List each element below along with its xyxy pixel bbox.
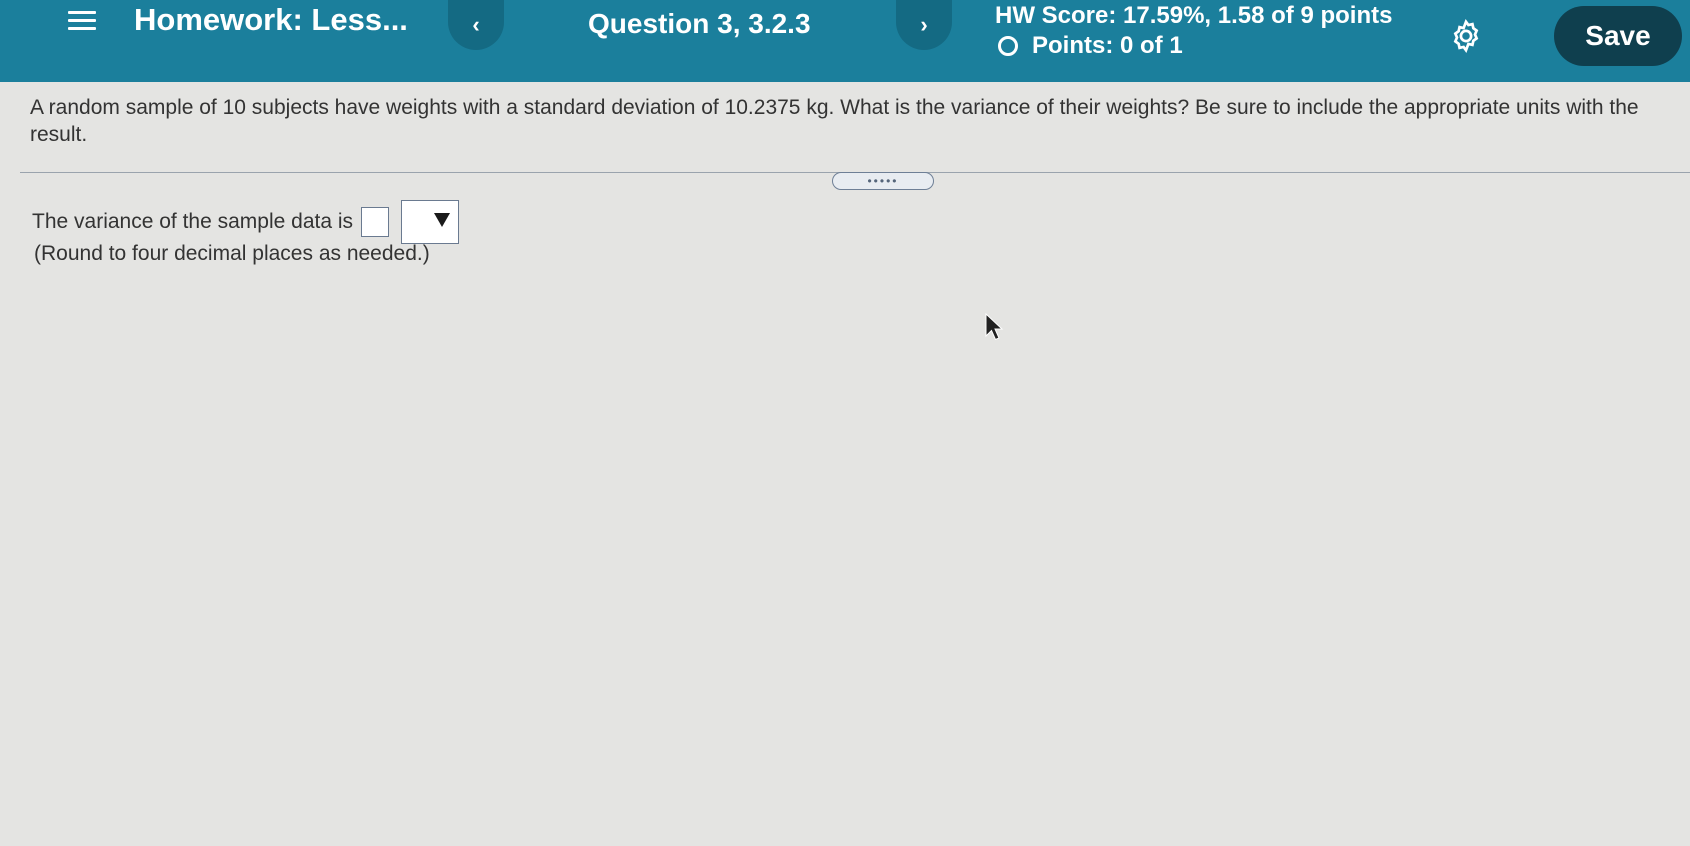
points-label: Points: 0 of 1 bbox=[1032, 32, 1183, 59]
answer-line: The variance of the sample data is bbox=[32, 200, 460, 244]
question-text: A random sample of 10 subjects have weig… bbox=[30, 96, 1639, 146]
save-button[interactable]: Save bbox=[1554, 6, 1682, 66]
top-bar: Homework: Less... ‹ Question 3, 3.2.3 › … bbox=[0, 0, 1690, 82]
answer-prompt: The variance of the sample data is bbox=[32, 210, 354, 233]
prev-arrow-icon: ‹ bbox=[472, 12, 480, 37]
homework-title[interactable]: Homework: Less... bbox=[134, 2, 408, 38]
prev-question-button[interactable]: ‹ bbox=[448, 0, 504, 50]
question-label[interactable]: Question 3, 3.2.3 bbox=[588, 8, 811, 40]
gear-icon[interactable] bbox=[1448, 18, 1484, 54]
dropdown-caret-icon bbox=[434, 213, 451, 227]
menu-icon[interactable] bbox=[68, 6, 96, 34]
pane-resize-handle[interactable]: ••••• bbox=[832, 172, 934, 190]
mouse-cursor-icon bbox=[985, 312, 1004, 341]
next-question-button[interactable]: › bbox=[896, 0, 952, 50]
points-status: Points: 0 of 1 bbox=[998, 32, 1183, 60]
variance-answer-input[interactable] bbox=[361, 207, 390, 237]
hw-score: HW Score: 17.59%, 1.58 of 9 points bbox=[995, 2, 1393, 29]
rounding-note: (Round to four decimal places as needed.… bbox=[34, 242, 430, 265]
circle-icon bbox=[998, 36, 1018, 56]
next-arrow-icon: › bbox=[920, 12, 928, 37]
unit-dropdown[interactable] bbox=[401, 200, 460, 244]
